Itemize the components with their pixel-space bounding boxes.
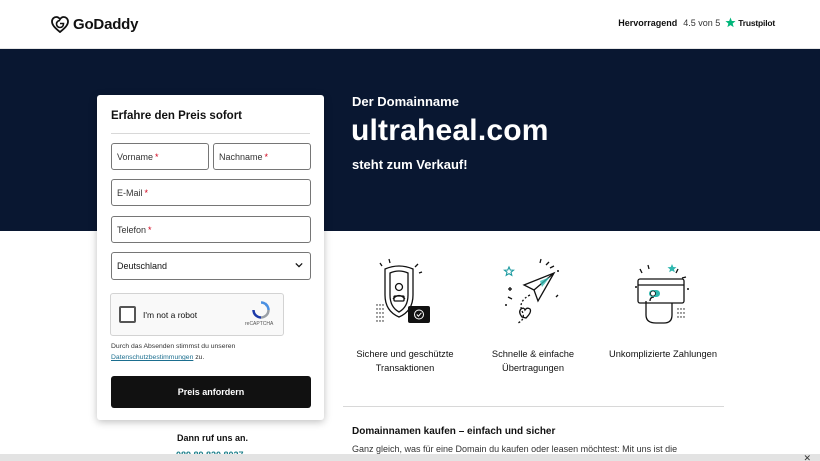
rating-score: 4.5 von 5 [683,17,721,28]
chevron-down-icon [295,262,303,268]
feature-easy-payments: Unkomplizierte Zahlungen [598,347,728,361]
logo-text: GoDaddy [73,15,139,33]
phone-input[interactable]: Telefon * [111,216,311,243]
info-section-title: Domainnamen kaufen – einfach und sicher [352,426,556,437]
consent-text: Durch das Absenden stimmst du unseren [111,343,236,350]
required-marker: * [144,187,149,198]
price-request-form: Erfahre den Preis sofort Vorname * Nachna… [97,95,324,420]
call-us-label: Dann ruf uns an. [177,433,249,443]
email-placeholder: E-Mail [117,187,143,198]
recaptcha-checkbox[interactable] [119,306,136,323]
required-marker: * [155,151,159,162]
paper-plane-icon [503,258,559,324]
first-name-input[interactable]: Vorname * [111,143,209,170]
close-icon[interactable]: ✕ [803,454,811,461]
top-header: GoDaddy Hervorragend 4.5 von 5 Trustpilo… [0,0,820,49]
phone-placeholder: Telefon [117,224,147,235]
domain-name-title: ultraheal.com [351,114,549,147]
info-section-body: Ganz gleich, was für eine Domain du kauf… [352,444,678,454]
feature-secure-line2: Transaktionen [375,363,435,373]
feature-payments-line1: Unkomplizierte Zahlungen [608,349,717,359]
feature-secure-transactions: Sichere und geschützte Transaktionen [340,347,470,375]
last-name-placeholder: Nachname [219,151,263,162]
request-price-button[interactable]: Preis anfordern [111,376,311,408]
shield-user-icon [376,258,430,323]
feature-secure-line1: Sichere und geschützte [356,349,454,359]
privacy-consent-text: Durch das Absenden stimmst du unseren Da… [111,341,311,363]
godaddy-logo-icon [51,15,69,33]
country-select[interactable]: Deutschland [111,252,311,280]
required-marker: * [264,151,269,162]
consent-suffix: zu. [195,354,205,361]
feature-fast-line1: Schnelle & einfache [491,349,575,359]
card-payment-icon [635,264,689,324]
recaptcha-logo-icon [252,301,270,319]
form-divider [111,133,310,134]
recaptcha-label: I'm not a robot [143,310,198,320]
hero-subtitle: steht zum Verkauf! [352,157,468,172]
email-input[interactable]: E-Mail * [111,179,311,206]
trustpilot-label: Trustpilot [738,17,775,28]
feature-fast-line2: Übertragungen [501,363,565,373]
trustpilot-star-icon [725,17,736,28]
rating-word: Hervorragend [618,17,678,28]
required-marker: * [148,224,152,235]
first-name-placeholder: Vorname [117,151,154,162]
godaddy-logo[interactable]: GoDaddy [51,14,138,34]
recaptcha-brand: reCAPTCHA [245,321,274,327]
hero-kicker: Der Domainname [352,94,459,109]
section-divider [343,406,724,407]
last-name-input[interactable]: Nachname * [213,143,311,170]
bottom-notice-bar [0,454,820,461]
feature-fast-transfers: Schnelle & einfache Übertragungen [468,347,598,375]
country-value: Deutschland [117,261,168,271]
trustpilot-rating[interactable]: Hervorragend 4.5 von 5 Trustpilot [618,17,775,28]
privacy-policy-link[interactable]: Datenschutzbestimmungen [111,354,193,361]
form-title: Erfahre den Preis sofort [111,110,243,122]
recaptcha-widget: I'm not a robot reCAPTCHA [110,293,284,336]
